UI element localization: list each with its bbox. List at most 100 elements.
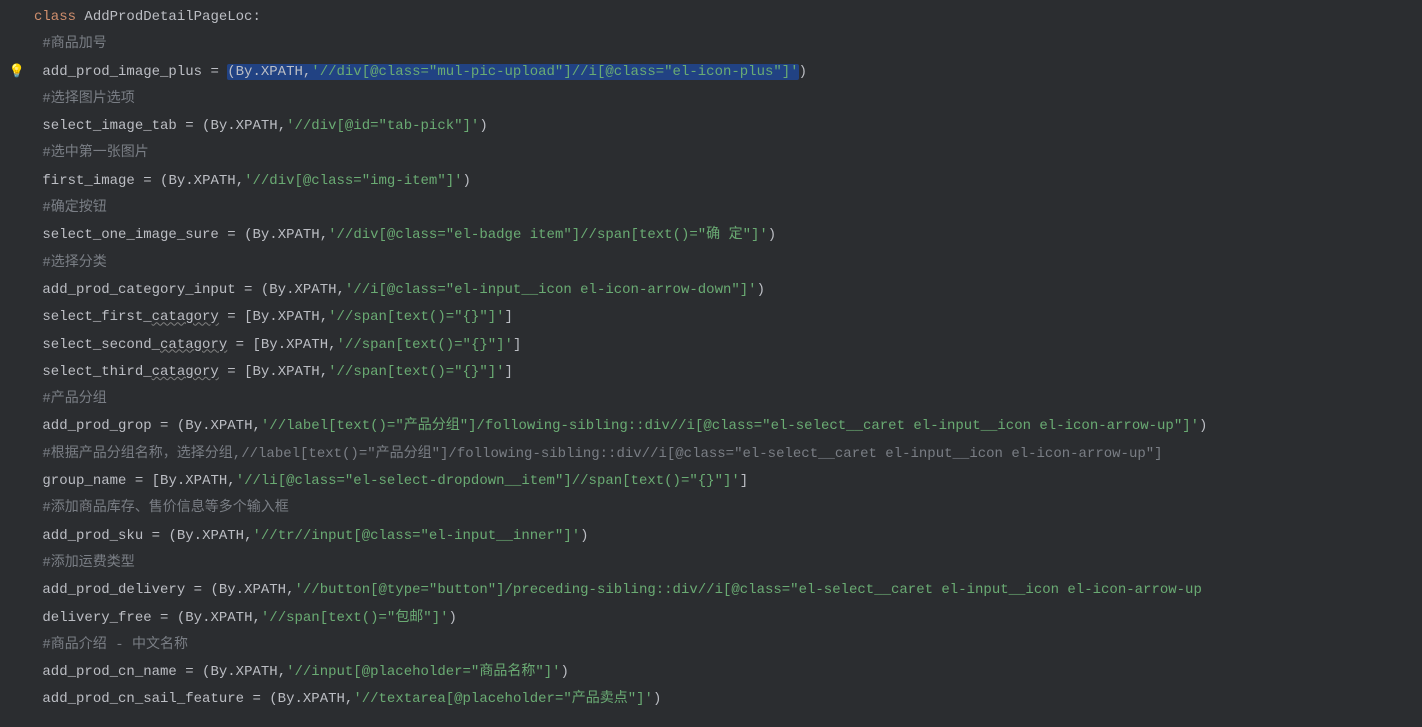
code-line[interactable]: add_prod_cn_sail_feature = (By.XPATH,'//… [0,686,1422,713]
string: '//div[@class="img-item"]' [244,173,462,189]
code-line[interactable]: #根据产品分组名称，选择分组,//label[text()="产品分组"]/fo… [0,441,1422,468]
comment: #添加运费类型 [42,555,134,571]
variable: add_prod_cn_name [42,664,185,680]
code-line[interactable]: 💡 add_prod_image_plus = (By.XPATH,'//div… [0,59,1422,86]
code-line[interactable]: #选中第一张图片 [0,140,1422,167]
code-line[interactable]: delivery_free = (By.XPATH,'//span[text()… [0,605,1422,632]
paren: ) [463,173,471,189]
code-line[interactable]: #添加商品库存、售价信息等多个输入框 [0,495,1422,522]
code-line[interactable]: #确定按钮 [0,195,1422,222]
dot: . [294,691,302,707]
bracket: [ [252,337,260,353]
equals: = [160,418,177,434]
equals: = [185,664,202,680]
attr: XPATH [194,173,236,189]
object: By [219,582,236,598]
bracket: ] [740,473,748,489]
comment: #根据产品分组名称，选择分组,//label[text()="产品分组"]/fo… [42,446,1162,462]
variable: add_prod_sku [42,528,151,544]
comment: #选中第一张图片 [42,145,148,161]
attr: XPATH [286,337,328,353]
comma: , [320,364,328,380]
paren: ) [768,227,776,243]
comma: , [278,664,286,680]
code-line[interactable]: class AddProdDetailPageLoc: [0,4,1422,31]
dot: . [227,118,235,134]
dot: . [177,473,185,489]
code-line[interactable]: add_prod_category_input = (By.XPATH,'//i… [0,277,1422,304]
code-line[interactable]: #选择分类 [0,250,1422,277]
code-line[interactable]: select_image_tab = (By.XPATH,'//div[@id=… [0,113,1422,140]
dot: . [194,528,202,544]
code-line[interactable]: add_prod_grop = (By.XPATH,'//label[text(… [0,413,1422,440]
variable: delivery_free [42,610,160,626]
comma: , [337,282,345,298]
code-line[interactable]: first_image = (By.XPATH,'//div[@class="i… [0,168,1422,195]
dot: . [227,664,235,680]
paren: ( [177,418,185,434]
code-line[interactable]: #选择图片选项 [0,86,1422,113]
object: By [278,691,295,707]
keyword-class: class [34,9,76,25]
comma: , [286,582,294,598]
variable: add_prod_delivery [42,582,193,598]
string: '//span[text()="{}"]' [328,309,504,325]
string: '//span[text()="{}"]' [328,364,504,380]
code-line[interactable]: select_third_catagory = [By.XPATH,'//spa… [0,359,1422,386]
comment: #确定按钮 [42,200,106,216]
string: '//span[text()="{}"]' [337,337,513,353]
variable-typo: catagory [160,337,227,353]
comma: , [320,309,328,325]
attr: XPATH [210,418,252,434]
variable: add_prod_cn_sail_feature [42,691,252,707]
variable: add_prod_category_input [42,282,244,298]
code-line[interactable]: select_first_catagory = [By.XPATH,'//spa… [0,304,1422,331]
gutter: 💡 [0,59,34,86]
variable-typo: catagory [152,309,219,325]
variable: select_image_tab [42,118,185,134]
string: '//textarea[@placeholder="产品卖点"]' [353,691,653,707]
variable: select_first_ [42,309,151,325]
attr: XPATH [236,664,278,680]
object: By [269,282,286,298]
comma: , [252,418,260,434]
string: '//div[@class="el-badge item"]//span[tex… [328,227,768,243]
code-line[interactable]: #商品加号 [0,31,1422,58]
code-line[interactable]: select_one_image_sure = (By.XPATH,'//div… [0,222,1422,249]
string: '//i[@class="el-input__icon el-icon-arro… [345,282,757,298]
bracket: [ [152,473,160,489]
code-line[interactable]: #添加运费类型 [0,550,1422,577]
paren: ) [479,118,487,134]
selection-highlight: (By.XPATH,'//div[@class="mul-pic-upload"… [227,64,798,80]
attr: XPATH [278,364,320,380]
paren: ( [269,691,277,707]
equals: = [219,309,244,325]
code-line[interactable]: #产品分组 [0,386,1422,413]
comment: #商品介绍 - 中文名称 [42,637,188,653]
object: By [252,364,269,380]
code-line[interactable]: add_prod_cn_name = (By.XPATH,'//input[@p… [0,659,1422,686]
comma: , [236,173,244,189]
paren: ) [1199,418,1207,434]
comma: , [227,473,235,489]
code-line[interactable]: #商品介绍 - 中文名称 [0,632,1422,659]
colon: : [252,9,260,25]
code-line[interactable]: group_name = [By.XPATH,'//li[@class="el-… [0,468,1422,495]
comment: #选择图片选项 [42,91,134,107]
code-line[interactable]: add_prod_delivery = (By.XPATH,'//button[… [0,577,1422,604]
equals: = [210,64,227,80]
bracket: ] [505,309,513,325]
equals: = [152,528,169,544]
string: '//span[text()="包邮"]' [261,610,449,626]
code-line[interactable]: select_second_catagory = [By.XPATH,'//sp… [0,332,1422,359]
comment: #商品加号 [42,36,106,52]
lightbulb-icon[interactable]: 💡 [9,64,25,79]
bracket: ] [505,364,513,380]
variable-typo: catagory [152,364,219,380]
object: By [252,227,269,243]
variable: add_prod_grop [42,418,160,434]
code-line[interactable]: add_prod_sku = (By.XPATH,'//tr//input[@c… [0,523,1422,550]
variable: add_prod_image_plus [42,64,210,80]
code-editor[interactable]: class AddProdDetailPageLoc: #商品加号 💡 add_… [0,4,1422,714]
object: By [252,309,269,325]
